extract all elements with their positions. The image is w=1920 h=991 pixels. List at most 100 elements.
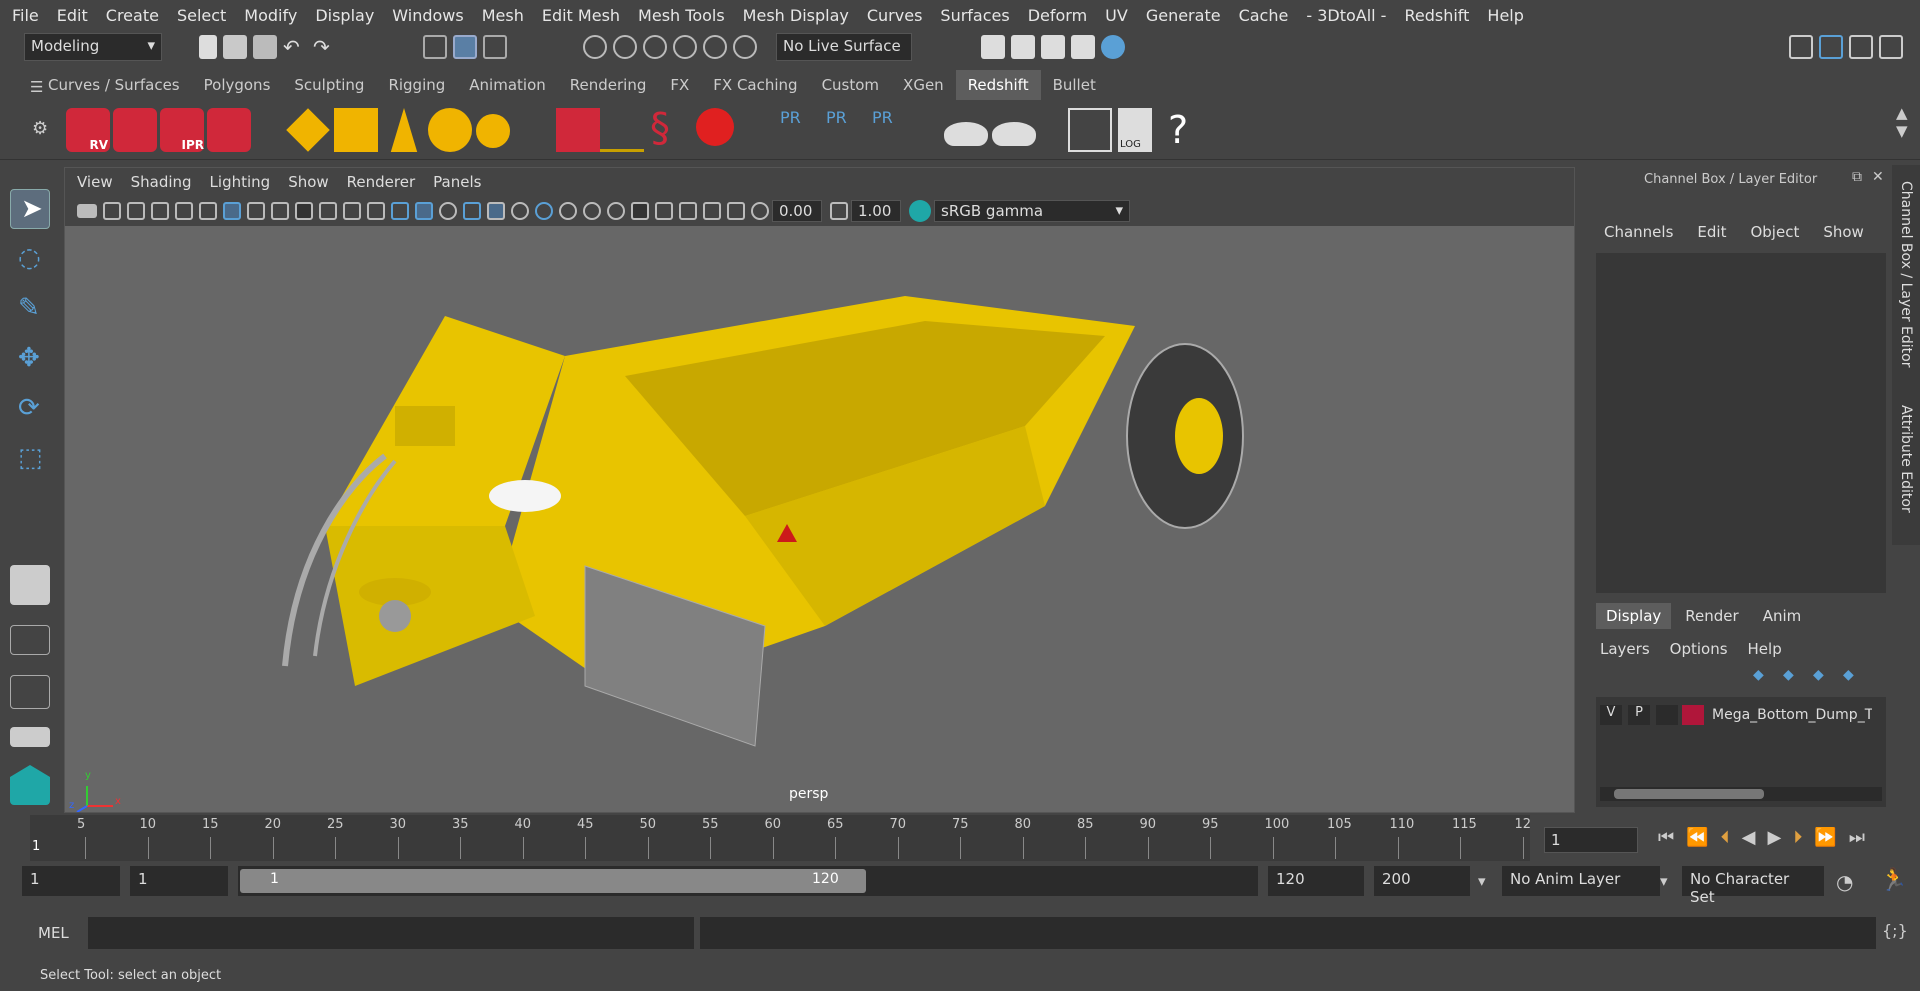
- sun-sky-icon[interactable]: [476, 114, 510, 148]
- playback-end-field[interactable]: 120: [1268, 866, 1364, 896]
- menu-mesh-display[interactable]: Mesh Display: [743, 6, 849, 25]
- layout-shortcut-icon[interactable]: [10, 727, 50, 747]
- object-menu[interactable]: Object: [1750, 223, 1799, 241]
- pr-object-icon[interactable]: PR: [780, 108, 824, 152]
- auto-key-icon[interactable]: ◔: [1836, 870, 1853, 894]
- play-forward-icon[interactable]: ▶: [1767, 827, 1781, 848]
- help-icon[interactable]: ?: [1168, 108, 1212, 152]
- save-scene-icon[interactable]: [253, 35, 277, 59]
- hair-icon[interactable]: [600, 108, 644, 152]
- gate-mask-icon[interactable]: [295, 202, 313, 220]
- close-icon[interactable]: ✕: [1872, 169, 1884, 185]
- tab-curves-surfaces[interactable]: Curves / Surfaces: [36, 70, 192, 100]
- tab-animation[interactable]: Animation: [457, 70, 557, 100]
- go-to-end-icon[interactable]: ⏭: [1849, 827, 1865, 848]
- outliner-layout-icon[interactable]: [10, 675, 50, 709]
- dome-light-icon[interactable]: [428, 108, 472, 152]
- gamma-field[interactable]: 1.00: [851, 200, 901, 222]
- new-scene-icon[interactable]: [199, 35, 217, 59]
- animation-preferences-icon[interactable]: 🏃: [1880, 868, 1907, 893]
- help-menu[interactable]: Help: [1748, 640, 1782, 658]
- anim-layer-dropdown[interactable]: No Anim Layer: [1502, 866, 1660, 896]
- single-pane-layout-icon[interactable]: [10, 565, 50, 605]
- lasso-tool-icon[interactable]: ◌: [10, 239, 50, 279]
- pr-swap-icon[interactable]: PR: [872, 108, 916, 152]
- menu-curves[interactable]: Curves: [867, 6, 923, 25]
- paint-select-icon[interactable]: ✎: [10, 289, 50, 329]
- menu-select[interactable]: Select: [177, 6, 226, 25]
- menu-modify[interactable]: Modify: [244, 6, 297, 25]
- layer-playback-toggle[interactable]: P: [1628, 705, 1650, 725]
- bookmark-icon[interactable]: [127, 202, 145, 220]
- gamma-icon[interactable]: [830, 202, 848, 220]
- channels-menu[interactable]: Channels: [1604, 223, 1673, 241]
- undo-icon[interactable]: ↶: [283, 35, 307, 59]
- motion-blur-icon[interactable]: [583, 202, 601, 220]
- menu-file[interactable]: File: [12, 6, 39, 25]
- menu-create[interactable]: Create: [106, 6, 159, 25]
- chevron-down-icon[interactable]: ▾: [1660, 872, 1668, 890]
- tab-custom[interactable]: Custom: [810, 70, 891, 100]
- snap-point-icon[interactable]: [643, 35, 667, 59]
- show-menu[interactable]: Show: [1823, 223, 1863, 241]
- step-forward-frame-icon[interactable]: ⏵: [1793, 827, 1802, 848]
- camera-attributes-icon[interactable]: [103, 202, 121, 220]
- depth-of-field-icon[interactable]: [631, 202, 649, 220]
- channel-list[interactable]: [1596, 253, 1886, 593]
- new-layer-icon[interactable]: ◆: [1813, 667, 1837, 691]
- step-forward-key-icon[interactable]: ⏩: [1814, 827, 1836, 848]
- textured-icon[interactable]: [487, 202, 505, 220]
- xray-components-icon[interactable]: [727, 202, 745, 220]
- menu-mesh-tools[interactable]: Mesh Tools: [638, 6, 725, 25]
- resolution-gate-icon[interactable]: [271, 202, 289, 220]
- time-ruler[interactable]: 5 10 15 20 25 30 35 40 45 50 55 60 65 70 75 80 85 90 95 100…: [30, 815, 1531, 861]
- perspective-view[interactable]: x y z persp: [65, 226, 1574, 813]
- sculpt-icon[interactable]: [199, 202, 217, 220]
- attribute-editor-icon[interactable]: [1819, 35, 1843, 59]
- log-icon[interactable]: LOG: [1118, 108, 1152, 152]
- hypershade-icon[interactable]: [1101, 35, 1125, 59]
- color-management-icon[interactable]: [909, 200, 931, 222]
- mel-label[interactable]: MEL: [38, 924, 69, 942]
- edit-menu[interactable]: Edit: [1697, 223, 1726, 241]
- bake-icon[interactable]: [944, 122, 988, 146]
- xray-joints-icon[interactable]: [703, 202, 721, 220]
- safe-title-icon[interactable]: [367, 202, 385, 220]
- current-frame-field[interactable]: 1: [1544, 827, 1638, 853]
- tab-fx[interactable]: FX: [658, 70, 701, 100]
- maya-logo-icon[interactable]: [10, 765, 50, 805]
- exposure-icon[interactable]: [751, 202, 769, 220]
- film-gate-icon[interactable]: [247, 202, 265, 220]
- move-layer-up-icon[interactable]: ◆: [1753, 667, 1777, 691]
- menu-deform[interactable]: Deform: [1028, 6, 1087, 25]
- wireframe-on-shaded-icon[interactable]: [463, 202, 481, 220]
- tab-bullet[interactable]: Bullet: [1041, 70, 1108, 100]
- wireframe-icon[interactable]: [391, 202, 409, 220]
- shelf-menu-icon[interactable]: ☰: [30, 78, 43, 96]
- layer-type-toggle[interactable]: [1656, 705, 1678, 725]
- grease-pencil-icon[interactable]: [175, 202, 193, 220]
- redshift-ipr-icon[interactable]: IPR: [160, 108, 204, 152]
- proxy-icon[interactable]: [556, 108, 600, 152]
- area-light-icon[interactable]: [286, 108, 330, 152]
- menu-display[interactable]: Display: [315, 6, 374, 25]
- script-editor-icon[interactable]: [1068, 108, 1112, 152]
- move-layer-down-icon[interactable]: ◆: [1783, 667, 1807, 691]
- material-ball-icon[interactable]: [696, 108, 734, 146]
- xray-icon[interactable]: [679, 202, 697, 220]
- viewport-menu-show[interactable]: Show: [288, 173, 328, 191]
- shelf-scroll-up-icon[interactable]: ▲: [1896, 104, 1908, 122]
- gear-icon[interactable]: ⚙: [32, 118, 48, 139]
- tab-attribute-editor-vertical[interactable]: Attribute Editor: [1898, 405, 1914, 513]
- image-plane-icon[interactable]: [151, 202, 169, 220]
- select-component-icon[interactable]: [483, 35, 507, 59]
- anti-aliasing-icon[interactable]: [607, 202, 625, 220]
- field-chart-icon[interactable]: [319, 202, 337, 220]
- layer-visibility-toggle[interactable]: V: [1600, 705, 1622, 725]
- shelf-scroll-down-icon[interactable]: ▼: [1896, 122, 1908, 140]
- viewport-menu-renderer[interactable]: Renderer: [347, 173, 415, 191]
- character-set-dropdown[interactable]: No Character Set: [1682, 866, 1824, 906]
- pr-export-icon[interactable]: PR: [826, 108, 870, 152]
- viewport-menu-panels[interactable]: Panels: [433, 173, 481, 191]
- menu-uv[interactable]: UV: [1105, 6, 1128, 25]
